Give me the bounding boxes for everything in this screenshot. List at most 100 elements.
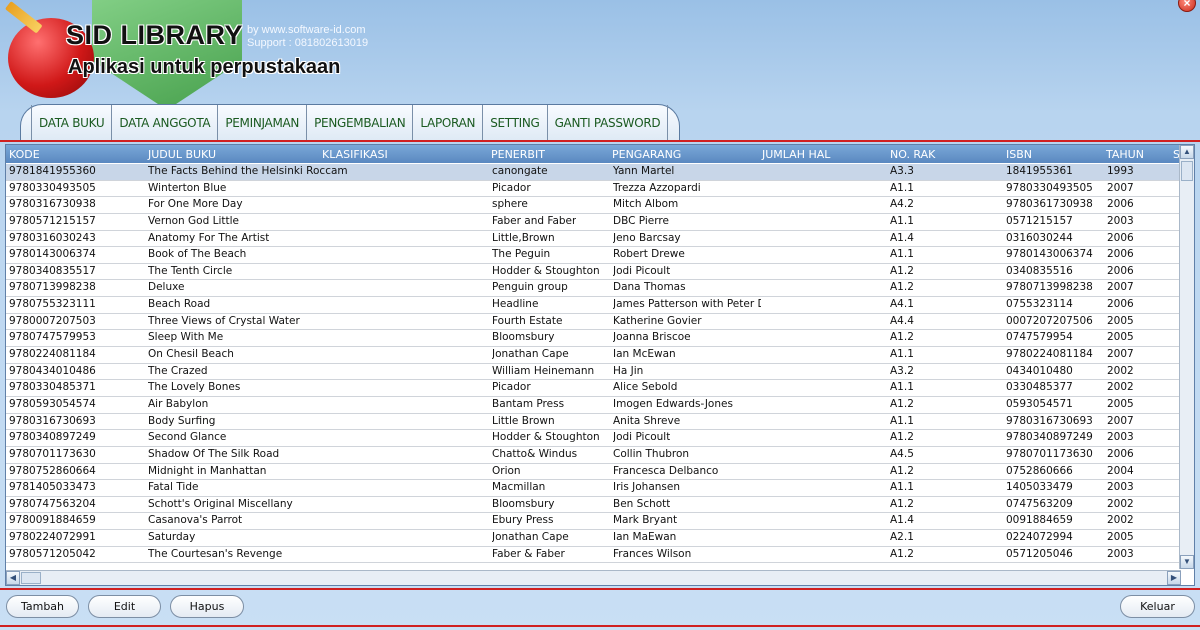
cell-penerbit: canongate [492,165,548,177]
table-row[interactable]: 9780224072991 Saturday Jonathan Cape Ian Ma… [6,530,1181,547]
cell-no-rak: A4.1 [890,298,914,311]
vertical-scroll-thumb[interactable] [1181,161,1193,181]
table-row[interactable]: 9780434010486 The Crazed William Heinemann… [6,364,1181,381]
table-row[interactable]: 9780747579953 Sleep With Me Bloomsbury Joan… [6,330,1181,348]
menu-laporan[interactable]: LAPORAN [413,104,484,141]
table-row[interactable]: 9780224081184 On Chesil Beach Jonathan Cap… [6,347,1181,364]
horizontal-scroll-thumb[interactable] [21,572,41,584]
table-row[interactable]: 9780316730938 For One More Day sphere Mitch… [6,197,1181,214]
cell-judul-buku: Air Babylon [148,397,209,410]
cell-no-rak: A1.2 [890,431,914,444]
col-pengarang[interactable]: PENGARANG [612,148,681,161]
menu-setting[interactable]: SETTING [483,104,548,141]
table-row[interactable]: 9780701173630 Shadow Of The Silk Road Chat… [6,447,1181,464]
menu-peminjaman[interactable]: PEMINJAMAN [218,104,308,141]
cell-isbn: 0007207207506 [1006,314,1093,327]
table-row[interactable]: 9780316730693 Body Surfing Little Brown Ani… [6,414,1181,431]
cell-tahun: 2002 [1107,497,1134,510]
book-table[interactable]: KODE JUDUL BUKU KLASIFIKASI PENERBIT PEN… [5,144,1195,586]
table-row[interactable]: 9781841955360 The Facts Behind the Helsin… [6,164,1181,181]
cell-pengarang: Francesca Delbanco [613,464,719,477]
menu-data-anggota[interactable]: DATA ANGGOTA [112,104,219,141]
credit-website: by www.software-id.com [247,24,366,36]
arrow-down-icon[interactable]: ▼ [1180,555,1194,569]
cell-judul-buku: Three Views of Crystal Water [148,314,300,327]
cell-kode: 9780701173630 [9,447,96,460]
cell-pengarang: Ha Jin [613,364,644,377]
table-body: 9781841955360 The Facts Behind the Helsin… [6,164,1181,564]
arrow-up-icon[interactable]: ▲ [1180,145,1194,159]
delete-button[interactable]: Hapus [170,595,244,618]
cell-no-rak: A1.1 [890,348,914,361]
cell-tahun: 2006 [1107,248,1134,261]
cell-judul-buku: Fatal Tide [148,481,199,494]
cell-penerbit: Penguin group [492,281,568,294]
close-icon: × [1183,0,1191,10]
menu-data-buku[interactable]: DATA BUKU [31,104,113,141]
cell-pengarang: Anita Shreve [613,414,681,427]
cell-penerbit: Picador [492,181,531,194]
cell-kode: 9780747563204 [9,497,96,510]
table-row[interactable]: 9780330493505 Winterton Blue Picador Trezza… [6,181,1181,198]
table-row[interactable]: 9780571215157 Vernon God Little Faber and … [6,214,1181,231]
menu-ganti-password[interactable]: GANTI PASSWORD [548,104,669,141]
col-klasifikasi[interactable]: KLASIFIKASI [322,148,388,161]
col-judul-buku[interactable]: JUDUL BUKU [148,148,216,161]
table-row[interactable]: 9780330485371 The Lovely Bones Picador Alic… [6,380,1181,397]
cell-kode: 9781841955360 [9,165,96,177]
cell-kode: 9780747579953 [9,331,96,344]
cell-penerbit: The Peguin [492,248,551,261]
cell-isbn: 9780316730693 [1006,414,1093,427]
table-row[interactable]: 9781405033473 Fatal Tide Macmillan Iris Joh… [6,480,1181,497]
col-isbn[interactable]: ISBN [1006,148,1032,161]
cell-judul-buku: Midnight in Manhattan [148,464,267,477]
table-row[interactable]: 9780316030243 Anatomy For The Artist Littl… [6,231,1181,248]
cell-no-rak: A1.2 [890,281,914,294]
arrow-left-icon[interactable]: ◀ [6,571,20,585]
table-row[interactable]: 9780571205042 The Courtesan's Revenge Fabe… [6,547,1181,564]
table-row[interactable]: 9780713998238 Deluxe Penguin group Dana Tho… [6,280,1181,298]
cell-penerbit: Fourth Estate [492,314,563,327]
cell-tahun: 2002 [1107,381,1134,394]
vertical-scrollbar[interactable]: ▲ ▼ [1179,145,1194,569]
cell-kode: 9780330485371 [9,381,96,394]
col-penerbit[interactable]: PENERBIT [491,148,545,161]
cell-judul-buku: The Facts Behind the Helsinki Roccam [148,165,348,177]
close-button[interactable]: × [1178,0,1196,12]
table-row[interactable]: 9780755323111 Beach Road Headline James Pat… [6,297,1181,314]
col-kode[interactable]: KODE [9,148,40,161]
table-row[interactable]: 9780340897249 Second Glance Hodder & Stoug… [6,430,1181,447]
table-row[interactable]: 9780143006374 Book of The Beach The Peguin… [6,247,1181,264]
cell-isbn: 0330485377 [1006,381,1073,394]
col-tahun[interactable]: TAHUN [1106,148,1144,161]
table-row[interactable]: 9780747563204 Schott's Original Miscellan… [6,497,1181,514]
edit-button[interactable]: Edit [88,595,161,618]
cell-tahun: 2003 [1107,547,1134,560]
table-row[interactable]: 9780007207503 Three Views of Crystal Wate… [6,314,1181,331]
table-row[interactable]: 9780593054574 Air Babylon Bantam Press Imog… [6,397,1181,414]
exit-button[interactable]: Keluar [1120,595,1195,618]
cell-isbn: 9780340897249 [1006,431,1093,444]
cell-isbn: 0316030244 [1006,231,1073,244]
cell-tahun: 2006 [1107,298,1134,311]
add-button[interactable]: Tambah [6,595,79,618]
table-row[interactable]: 9780091884659 Casanova's Parrot Ebury Pres… [6,513,1181,531]
arrow-right-icon[interactable]: ▶ [1167,571,1181,585]
col-no-rak[interactable]: NO. RAK [890,148,935,161]
app-title: SID LIBRARY [66,20,244,50]
table-row[interactable]: 9780340835517 The Tenth Circle Hodder & St… [6,264,1181,281]
main-menu-bar: DATA BUKU DATA ANGGOTA PEMINJAMAN PENGEM… [20,104,680,141]
col-jumlah-hal[interactable]: JUMLAH HAL [762,148,830,161]
table-row[interactable]: 9780752860664 Midnight in Manhattan Orion F… [6,464,1181,481]
cell-no-rak: A4.5 [890,447,914,460]
cell-no-rak: A1.1 [890,181,914,194]
horizontal-scrollbar[interactable]: ◀ ▶ [6,570,1181,585]
cell-isbn: 0571205046 [1006,547,1073,560]
cell-pengarang: Jodi Picoult [613,431,671,444]
cell-kode: 9780007207503 [9,314,96,327]
cell-pengarang: Robert Drewe [613,248,685,261]
cell-isbn: 0755323114 [1006,298,1073,311]
cell-no-rak: A1.1 [890,248,914,261]
menu-pengembalian[interactable]: PENGEMBALIAN [307,104,414,141]
cell-no-rak: A1.1 [890,214,914,227]
